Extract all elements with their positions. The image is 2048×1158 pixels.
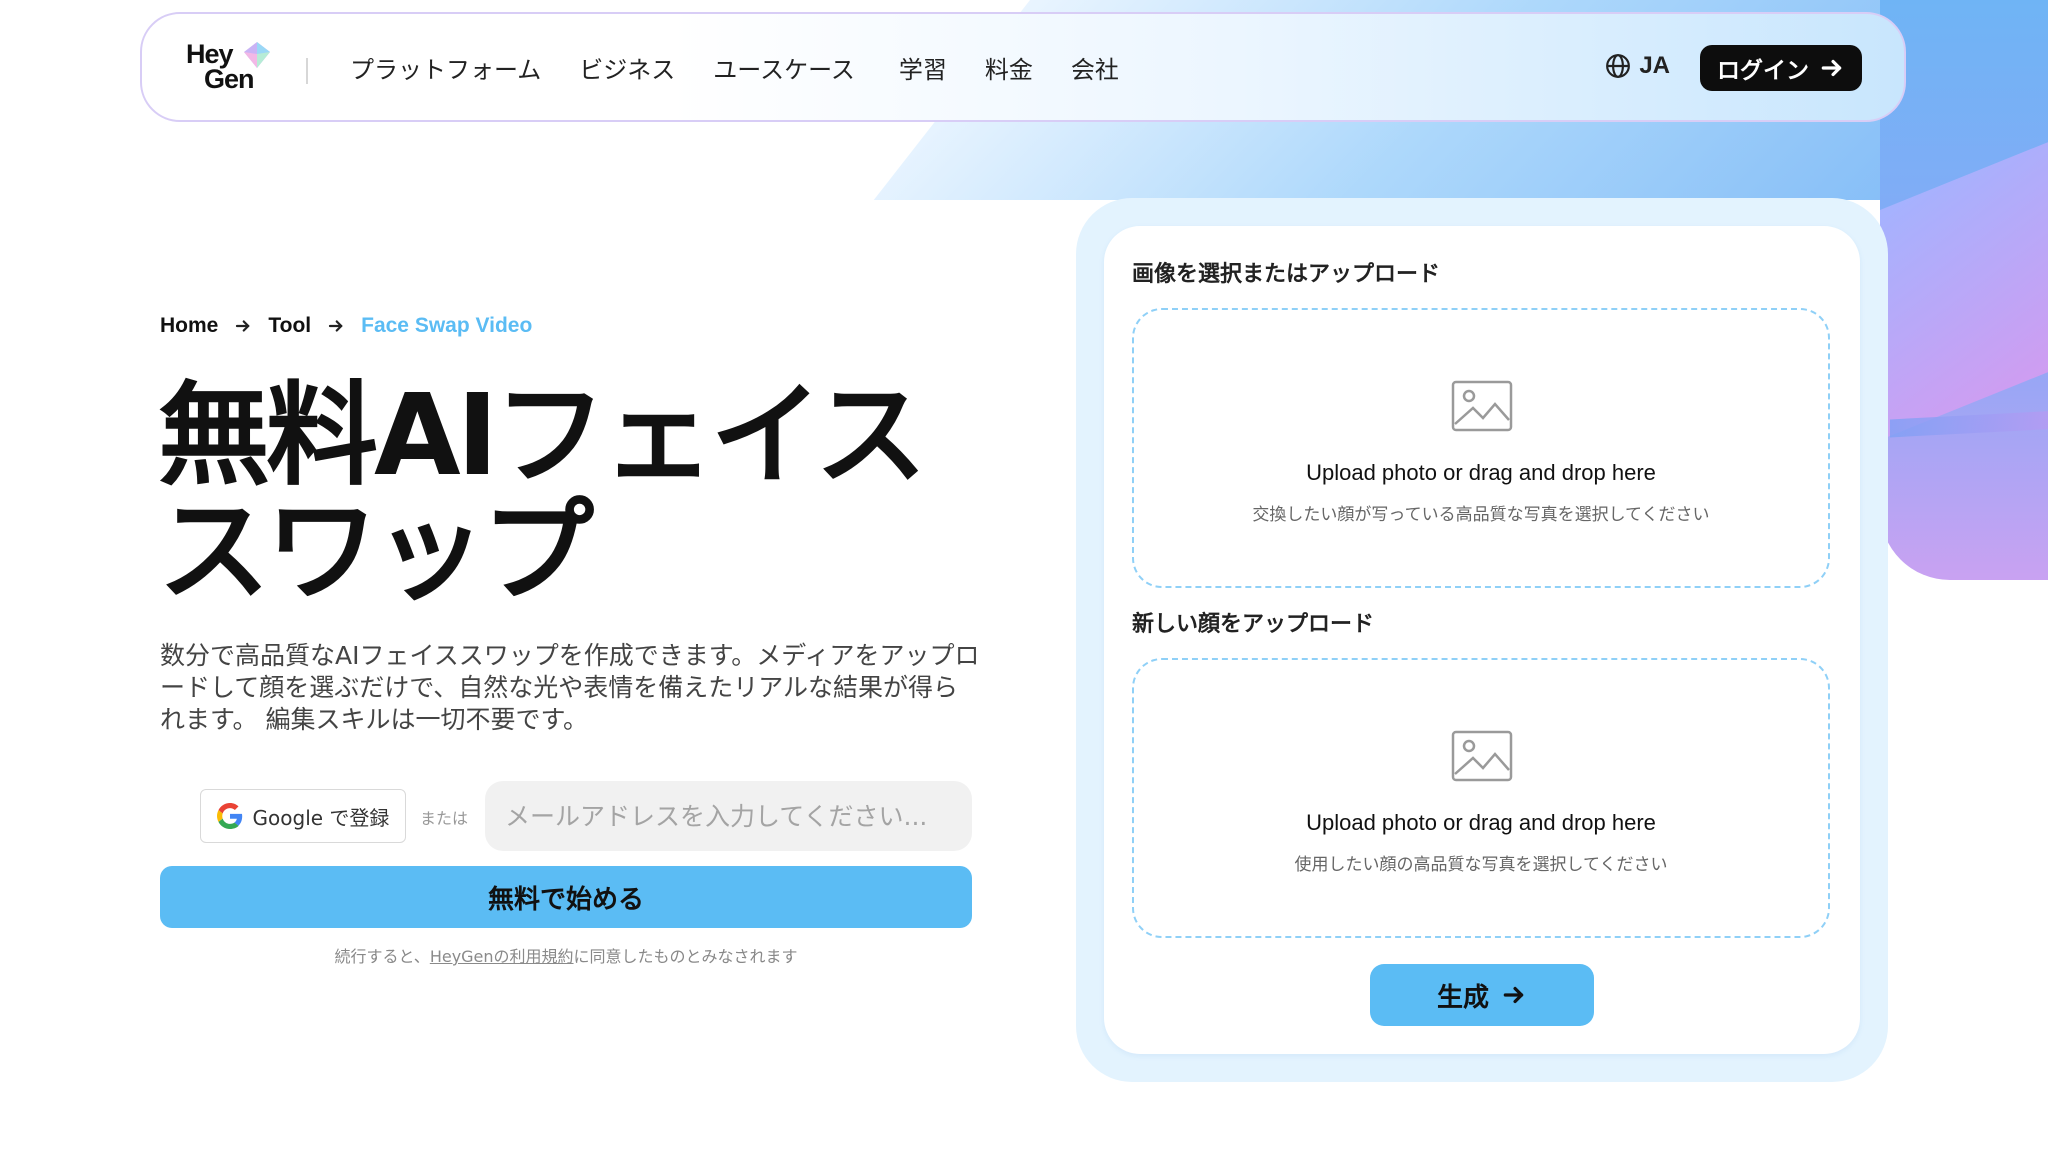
arrow-right-icon	[1503, 986, 1524, 1004]
breadcrumb-tool[interactable]: Tool	[268, 314, 311, 338]
or-separator: または	[420, 809, 469, 828]
nav-links: プラットフォーム ビジネス ユースケース 学習 料金 会社	[350, 14, 1157, 120]
generate-label: 生成	[1436, 982, 1489, 1013]
image-placeholder-icon	[1451, 730, 1513, 782]
arrow-right-icon	[327, 317, 345, 335]
google-icon	[216, 803, 242, 829]
arrow-right-icon	[1821, 59, 1842, 77]
generate-button[interactable]: 生成	[1370, 964, 1594, 1026]
terms-link[interactable]: HeyGenの利用規約	[430, 947, 574, 966]
globe-icon	[1606, 54, 1631, 78]
face-swap-tool-card: 画像を選択またはアップロード Upload photo or drag and …	[1104, 226, 1860, 1054]
breadcrumb-home[interactable]: Home	[160, 314, 218, 338]
nav-link-company[interactable]: 会社	[1071, 50, 1119, 85]
nav-divider	[306, 58, 308, 84]
breadcrumb-current: Face Swap Video	[361, 314, 533, 337]
nav-link-use-cases[interactable]: ユースケース	[713, 50, 855, 85]
login-label: ログイン	[1717, 58, 1809, 84]
start-free-label: 無料で始める	[487, 884, 644, 915]
image-placeholder-icon	[1451, 380, 1513, 432]
terms-suffix: に同意したものとみなされます	[573, 947, 798, 966]
email-input[interactable]	[485, 781, 972, 851]
language-label: JA	[1639, 52, 1670, 79]
top-navbar: Hey Gen プラットフォーム ビジネス ユースケース 学習 料金 会社 JA…	[140, 12, 1906, 122]
background-gradient-shape	[1890, 410, 2048, 438]
source-dropzone-title: Upload photo or drag and drop here	[1306, 460, 1656, 485]
heygen-logo[interactable]: Hey Gen	[186, 41, 276, 98]
source-image-label: 画像を選択またはアップロード	[1132, 262, 1441, 287]
terms-notice: 続行すると、HeyGenの利用規約に同意したものとみなされます	[160, 943, 972, 967]
nav-link-business[interactable]: ビジネス	[579, 50, 675, 85]
login-button[interactable]: ログイン	[1700, 45, 1862, 91]
hero-description: 数分で高品質なAIフェイススワップを作成できます。メディアをアップロードして顔を…	[160, 641, 980, 734]
google-signup-label: Google で登録	[252, 805, 390, 830]
arrow-right-icon	[234, 317, 252, 335]
source-image-dropzone[interactable]: Upload photo or drag and drop here 交換したい…	[1132, 308, 1830, 588]
terms-prefix: 続行すると、	[334, 947, 430, 966]
page-title: 無料AIフェイス スワップ	[158, 378, 1018, 610]
google-signup-button[interactable]: Google で登録	[200, 789, 406, 843]
new-face-label: 新しい顔をアップロード	[1132, 612, 1375, 637]
logo-gem-icon	[244, 42, 270, 68]
nav-link-learn[interactable]: 学習	[899, 50, 947, 85]
title-line-2: スワップ	[158, 487, 594, 617]
nav-link-pricing[interactable]: 料金	[985, 50, 1033, 85]
signup-row: Google で登録 または	[200, 781, 972, 851]
new-face-dropzone-title: Upload photo or drag and drop here	[1306, 810, 1656, 835]
title-line-1: 無料AIフェイス	[158, 371, 927, 501]
nav-link-platform[interactable]: プラットフォーム	[350, 50, 541, 85]
new-face-dropzone-hint: 使用したい顔の高品質な写真を選択してください	[1294, 855, 1668, 875]
language-selector[interactable]: JA	[1605, 52, 1670, 80]
logo-line-2: Gen	[204, 64, 255, 94]
background-gradient-shape	[1880, 129, 2048, 440]
source-dropzone-hint: 交換したい顔が写っている高品質な写真を選択してください	[1252, 505, 1710, 525]
start-free-button[interactable]: 無料で始める	[160, 866, 972, 928]
new-face-dropzone[interactable]: Upload photo or drag and drop here 使用したい…	[1132, 658, 1830, 938]
breadcrumb: Home Tool Face Swap Video	[160, 314, 532, 338]
